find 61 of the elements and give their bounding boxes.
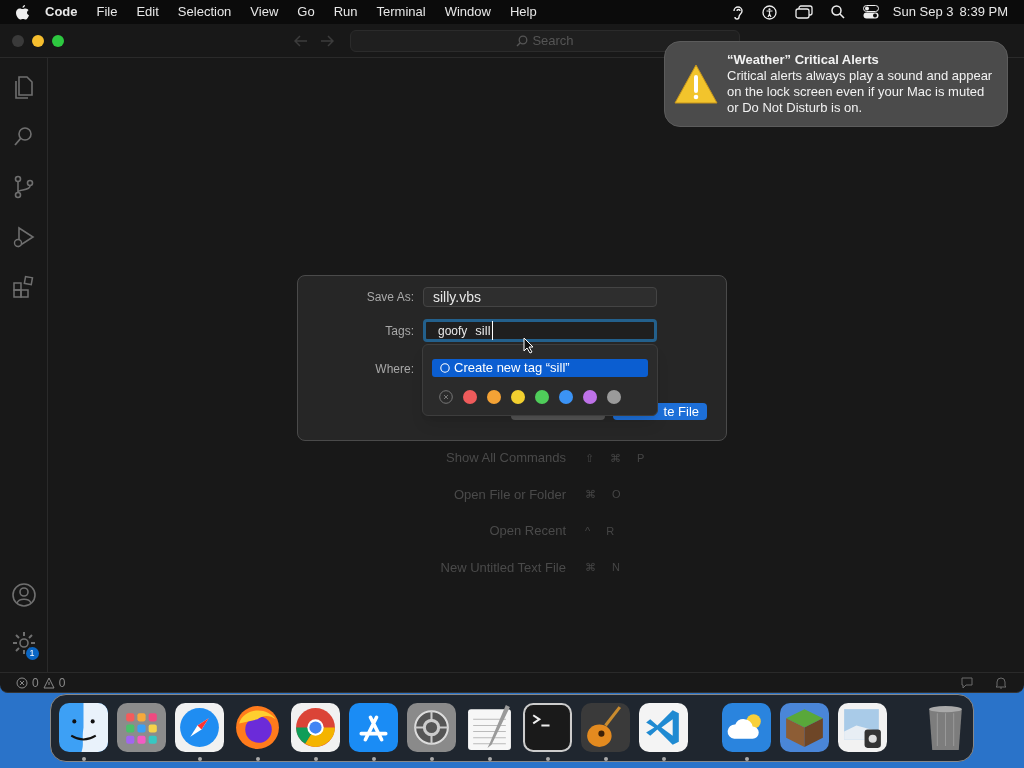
zoom-window-button[interactable]	[52, 34, 64, 47]
app-store-icon[interactable]	[349, 703, 398, 752]
warning-icon	[673, 63, 719, 105]
circle-icon	[440, 363, 450, 373]
typed-text: sill	[475, 320, 493, 341]
apple-logo-icon[interactable]	[16, 4, 29, 20]
key-hint: ⌘	[609, 450, 622, 466]
menu-item[interactable]: Window	[444, 2, 491, 22]
minimize-window-button[interactable]	[32, 34, 44, 47]
account-icon[interactable]	[10, 582, 37, 608]
notification-body: Critical alerts always play a sound and appear on the lock screen even if your Mac is muted or Do Not Disturb is on.	[727, 68, 994, 116]
key-hint: ⌘	[584, 487, 597, 502]
cloud-sun-icon[interactable]	[722, 703, 771, 752]
feedback-icon[interactable]	[960, 675, 974, 690]
menu-item[interactable]: File	[96, 2, 118, 22]
app-grid-icon[interactable]	[117, 703, 166, 752]
accessibility-icon[interactable]	[761, 4, 777, 20]
menu-item[interactable]: View	[250, 2, 279, 22]
no-color-icon[interactable]	[439, 390, 453, 404]
menu-bar-date[interactable]: Sun Sep 3	[892, 2, 954, 22]
finder-icon[interactable]	[59, 703, 108, 752]
menu-item[interactable]: Go	[297, 2, 315, 22]
ear-icon[interactable]	[731, 4, 744, 20]
search-icon[interactable]	[830, 5, 845, 19]
suggestion-item[interactable]: Create new tag “sill”	[432, 359, 648, 377]
menu-bar-time[interactable]: 8:39 PM	[959, 2, 1008, 22]
warning-icon	[42, 676, 55, 689]
control-center-icon[interactable]	[862, 5, 879, 19]
warning-count[interactable]: 0	[58, 673, 66, 692]
code-ribbon-icon[interactable]	[639, 703, 688, 752]
menu-item[interactable]: Edit	[136, 2, 159, 22]
search-icon	[516, 34, 529, 47]
key-hint: ⌘	[584, 560, 597, 575]
app-menu[interactable]: Code	[45, 2, 78, 22]
key-hint: ⇧	[584, 450, 595, 466]
notification[interactable]: “Weather” Critical Alerts Critical alerts always play a sound and appear on the lock screen even if your Mac is muted or Do Not Disturb is on.	[664, 41, 1008, 127]
compass-icon[interactable]	[175, 703, 224, 752]
terminal-icon[interactable]	[523, 703, 572, 752]
field-label: Save As:	[365, 289, 414, 306]
save-as-field[interactable]: silly.vbs	[423, 287, 657, 307]
field-label: Tags:	[384, 322, 414, 340]
error-count[interactable]: 0	[32, 673, 39, 692]
photo-viewer-icon[interactable]	[838, 703, 887, 752]
bell-icon[interactable]	[994, 675, 1008, 690]
error-icon	[16, 676, 28, 689]
grass-block-icon[interactable]	[780, 703, 829, 752]
menu-item[interactable]: Selection	[177, 2, 232, 22]
menu-item[interactable]: Run	[333, 2, 358, 22]
menu-item[interactable]: Terminal	[376, 2, 426, 22]
tag-token[interactable]: goofy	[438, 321, 468, 340]
notification-badge: 1	[25, 647, 39, 660]
key-hint: ^	[584, 523, 592, 539]
notification-title: “Weather” Critical Alerts	[727, 52, 880, 68]
notepad-pen-icon[interactable]	[465, 703, 514, 752]
field-label: Where:	[374, 361, 414, 378]
guitar-icon[interactable]	[581, 703, 630, 752]
tags-field[interactable]: goofy sill	[423, 319, 657, 342]
menu-item[interactable]: Help	[509, 2, 537, 22]
windows-icon[interactable]	[794, 5, 813, 19]
mouse-pointer-icon	[523, 337, 534, 354]
fox-globe-icon[interactable]	[233, 703, 282, 752]
